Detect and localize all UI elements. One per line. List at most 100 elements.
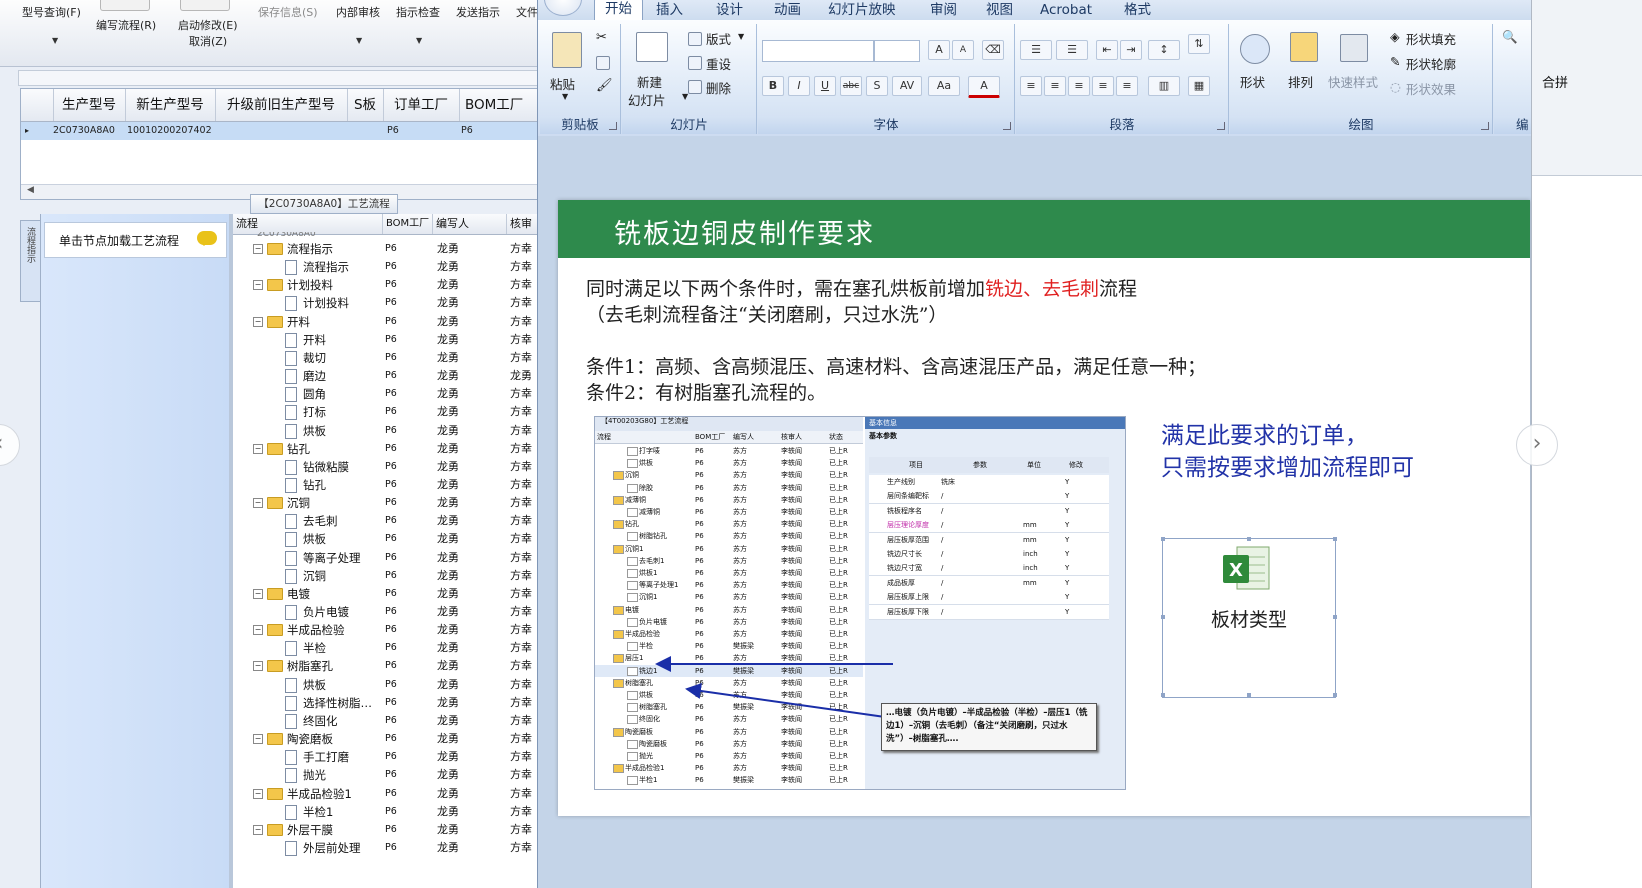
column-header[interactable]: 流程 bbox=[233, 214, 383, 234]
tree-row[interactable]: 外层前处理 P6 龙勇 方幸 bbox=[233, 839, 538, 857]
slide-text-line1[interactable]: 同时满足以下两个条件时，需在塞孔烘板前增加铣边、去毛刺流程 bbox=[586, 274, 1137, 301]
collapse-icon[interactable]: − bbox=[253, 734, 263, 745]
shape-fill-button[interactable]: 形状填充 bbox=[1406, 29, 1456, 48]
menu-save-info[interactable]: 保存信息(S) bbox=[258, 4, 318, 20]
arrange-button[interactable]: 排列 bbox=[1288, 72, 1313, 91]
column-header[interactable]: 核审 bbox=[507, 214, 538, 234]
tree-row[interactable]: 烘板 P6 龙勇 方幸 bbox=[233, 676, 538, 694]
shape-outline-button[interactable]: 形状轮廓 bbox=[1406, 54, 1456, 73]
align-right-icon[interactable]: ≡ bbox=[1068, 76, 1090, 96]
slide-title[interactable]: 铣板边铜皮制作要求 bbox=[614, 212, 875, 251]
collapse-icon[interactable]: − bbox=[253, 316, 263, 327]
italic-button[interactable]: I bbox=[788, 76, 810, 96]
menu-start-edit[interactable]: 启动修改(E) bbox=[178, 17, 238, 33]
slide-note[interactable]: 满足此要求的订单， 只需按要求增加流程即可 bbox=[1161, 420, 1414, 484]
collapse-icon[interactable]: − bbox=[253, 588, 263, 599]
tree-row[interactable]: 裁切 P6 龙勇 方幸 bbox=[233, 349, 538, 367]
side-tab[interactable]: 流程指示 bbox=[20, 220, 42, 302]
chevron-down-icon[interactable]: ▼ bbox=[562, 92, 568, 101]
font-color-button[interactable]: A bbox=[968, 76, 1000, 98]
slide-condition-1[interactable]: 条件1：高频、含高频混压、高速材料、含高速混压产品，满足任意一种； bbox=[586, 352, 1206, 379]
tree-row[interactable]: − 半成品检验 P6 龙勇 方幸 bbox=[233, 621, 538, 639]
tree-row[interactable]: − 树脂塞孔 P6 龙勇 方幸 bbox=[233, 657, 538, 675]
shape-outline-icon[interactable]: ✎ bbox=[1390, 54, 1400, 69]
scroll-left-icon[interactable]: ◀ bbox=[27, 185, 34, 195]
collapse-icon[interactable]: − bbox=[253, 498, 263, 509]
bold-button[interactable]: B bbox=[762, 76, 784, 96]
smartart-icon[interactable]: ▦ bbox=[1188, 76, 1210, 96]
tab-5[interactable]: 审阅 bbox=[930, 0, 957, 20]
find-icon[interactable]: 🔍 bbox=[1502, 29, 1518, 45]
new-slide-button[interactable]: 新建 bbox=[637, 72, 662, 91]
tree-row[interactable]: 等离子处理 P6 龙勇 方幸 bbox=[233, 549, 538, 567]
chevron-down-icon[interactable]: ▼ bbox=[682, 92, 688, 101]
tree-row[interactable]: − 外层干膜 P6 龙勇 方幸 bbox=[233, 821, 538, 839]
cell-order-factory[interactable]: P6 bbox=[387, 122, 399, 140]
dialog-launcher-icon[interactable] bbox=[609, 122, 617, 130]
chevron-down-icon[interactable]: ▼ bbox=[416, 36, 422, 45]
resize-handle[interactable] bbox=[1161, 693, 1165, 697]
chevron-down-icon[interactable]: ▼ bbox=[52, 36, 58, 45]
resize-handle[interactable] bbox=[1247, 693, 1251, 697]
tab-2[interactable]: 设计 bbox=[716, 0, 743, 20]
tree-row[interactable]: 半检 P6 龙勇 方幸 bbox=[233, 639, 538, 657]
tab-0[interactable]: 开始 bbox=[594, 0, 643, 21]
reset-icon[interactable] bbox=[688, 56, 702, 70]
slide[interactable]: 铣板边铜皮制作要求 同时满足以下两个条件时，需在塞孔烘板前增加铣边、去毛刺流程 … bbox=[558, 200, 1530, 816]
cell-model[interactable]: 2C0730A8A0 bbox=[53, 122, 115, 140]
tree-row[interactable]: − 电镀 P6 龙勇 方幸 bbox=[233, 585, 538, 603]
slide-text-line2[interactable]: （去毛刺流程备注“关闭磨刷，只过水洗”） bbox=[586, 300, 947, 327]
tree-row[interactable]: 烘板 P6 龙勇 方幸 bbox=[233, 422, 538, 440]
tree-row[interactable]: 沉铜 P6 龙勇 方幸 bbox=[233, 567, 538, 585]
column-header[interactable]: 编写人 bbox=[433, 214, 507, 234]
resize-handle[interactable] bbox=[1161, 615, 1165, 619]
office-button-icon[interactable] bbox=[544, 0, 582, 16]
delete-button[interactable]: 删除 bbox=[706, 78, 731, 97]
tree-row[interactable]: 烘板 P6 龙勇 方幸 bbox=[233, 530, 538, 548]
reset-button[interactable]: 重设 bbox=[706, 54, 731, 73]
collapse-icon[interactable]: − bbox=[253, 788, 263, 799]
arrange-icon[interactable] bbox=[1290, 32, 1318, 62]
font-name-combo[interactable] bbox=[762, 40, 874, 62]
font-size-combo[interactable] bbox=[874, 40, 920, 62]
menu-model-query[interactable]: 型号查询(F) bbox=[22, 4, 81, 20]
layout-button[interactable]: 版式 bbox=[706, 29, 731, 48]
collapse-icon[interactable]: − bbox=[253, 625, 263, 636]
embedded-screenshot[interactable]: 【4T00203G80】工艺流程 流程 BOM工厂 编写人 核审人 状态 打字唛… bbox=[594, 416, 1126, 790]
column-header[interactable]: S板 bbox=[347, 89, 384, 121]
decrease-indent-icon[interactable]: ⇤ bbox=[1096, 40, 1118, 60]
tab-6[interactable]: 视图 bbox=[986, 0, 1013, 20]
tree-row[interactable]: 钻孔 P6 龙勇 方幸 bbox=[233, 476, 538, 494]
numbering-icon[interactable]: ☰ bbox=[1056, 40, 1088, 60]
tree-row[interactable]: − 沉铜 P6 龙勇 方幸 bbox=[233, 494, 538, 512]
quick-styles-icon[interactable] bbox=[1340, 34, 1368, 62]
tree-row[interactable]: 钻微粘膜 P6 龙勇 方幸 bbox=[233, 458, 538, 476]
text-direction-icon[interactable]: ⇅ bbox=[1188, 34, 1210, 54]
shape-effects-button[interactable]: 形状效果 bbox=[1406, 79, 1456, 98]
dialog-launcher-icon[interactable] bbox=[1481, 122, 1489, 130]
grow-font-button[interactable]: A bbox=[928, 40, 950, 60]
justify-icon[interactable]: ≡ bbox=[1092, 76, 1114, 96]
menu-instruction-check[interactable]: 指示检查 bbox=[396, 4, 440, 20]
tree-row[interactable]: − 计划投料 P6 龙勇 方幸 bbox=[233, 276, 538, 294]
dialog-launcher-icon[interactable] bbox=[1003, 122, 1011, 130]
new-slide-button-line2[interactable]: 幻灯片 bbox=[628, 90, 666, 109]
tab-1[interactable]: 插入 bbox=[656, 0, 683, 20]
merge-label[interactable]: 合拼 bbox=[1542, 72, 1568, 91]
shrink-font-button[interactable]: A bbox=[952, 40, 974, 60]
tree-row[interactable]: 手工打磨 P6 龙勇 方幸 bbox=[233, 748, 538, 766]
increase-indent-icon[interactable]: ⇥ bbox=[1120, 40, 1142, 60]
new-slide-icon[interactable] bbox=[636, 32, 668, 62]
tree-row[interactable]: 计划投料 P6 龙勇 方幸 bbox=[233, 294, 538, 312]
tree-row[interactable]: 选择性树脂… P6 龙勇 方幸 bbox=[233, 694, 538, 712]
paste-icon[interactable] bbox=[552, 32, 582, 68]
tab-7[interactable]: Acrobat bbox=[1040, 0, 1092, 20]
menu-cancel[interactable]: 取消(Z) bbox=[189, 33, 227, 49]
menu-send-instruction[interactable]: 发送指示 bbox=[456, 4, 500, 20]
chevron-down-icon[interactable]: ▼ bbox=[356, 36, 362, 45]
tree-row[interactable]: 圆角 P6 龙勇 方幸 bbox=[233, 385, 538, 403]
menu-internal-review[interactable]: 内部审核 bbox=[336, 4, 380, 20]
align-center-icon[interactable]: ≡ bbox=[1044, 76, 1066, 96]
dialog-launcher-icon[interactable] bbox=[1217, 122, 1225, 130]
column-header[interactable]: BOM工厂 bbox=[383, 214, 433, 234]
